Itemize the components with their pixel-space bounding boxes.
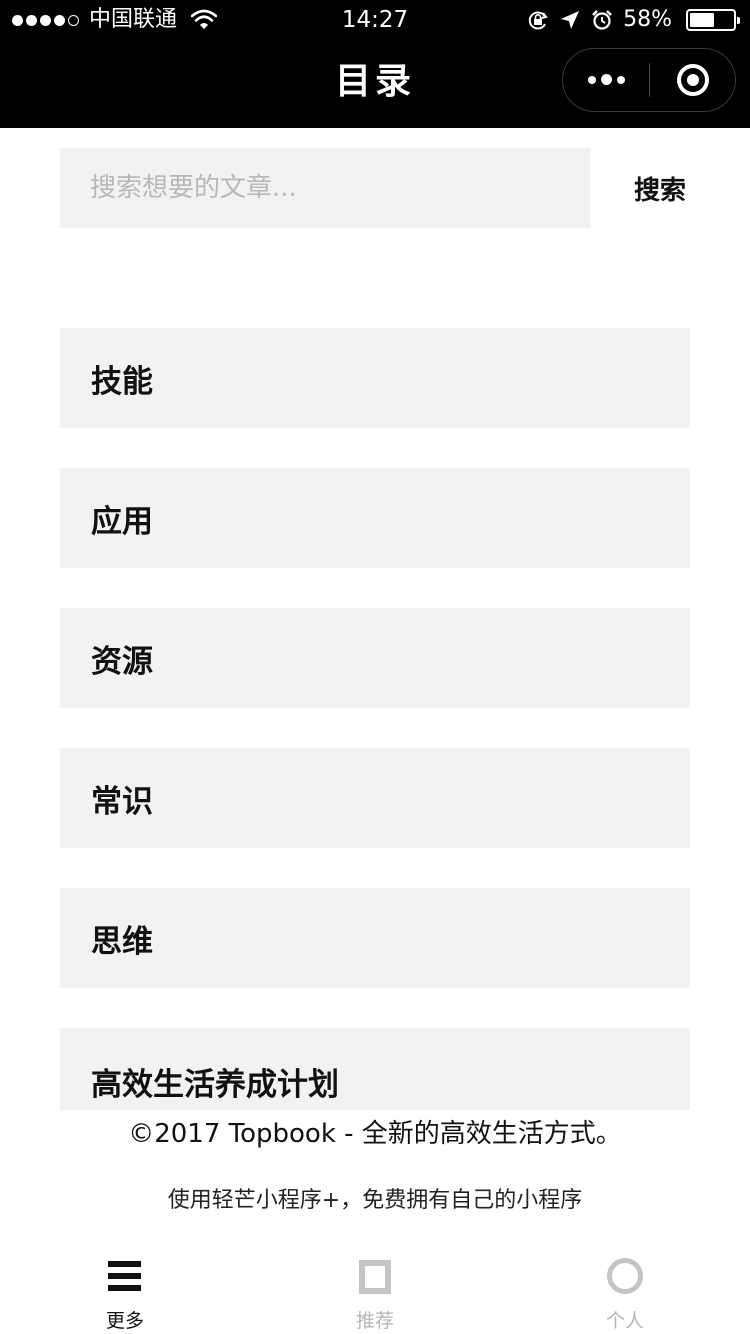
tab-bar: 更多 推荐 个人 xyxy=(0,1244,750,1334)
alarm-icon xyxy=(592,10,612,30)
category-list: 技能 应用 资源 常识 思维 高效生活养成计划 xyxy=(60,328,690,1110)
tab-recommend[interactable]: 推荐 xyxy=(250,1244,500,1334)
battery-icon xyxy=(686,9,740,31)
capsule-menu xyxy=(562,48,736,112)
category-item-habit-plan[interactable]: 高效生活养成计划 xyxy=(60,1028,690,1110)
status-right: 58% xyxy=(527,6,740,34)
top-bar: 中国联通 14:27 58% 目录 xyxy=(0,0,750,128)
copyright-text: ©2017 Topbook - 全新的高效生活方式。 xyxy=(128,1119,622,1149)
tab-label-more: 更多 xyxy=(105,1310,144,1332)
close-target-icon[interactable] xyxy=(650,49,735,110)
location-arrow-icon xyxy=(561,11,580,29)
rotation-lock-icon xyxy=(528,11,548,30)
search-button[interactable]: 搜索 xyxy=(610,148,710,228)
promo-link[interactable]: 使用轻芒小程序+，免费拥有自己的小程序 xyxy=(0,1184,750,1218)
battery-fill xyxy=(690,13,714,27)
category-item-apps[interactable]: 应用 xyxy=(60,468,690,568)
tab-more[interactable]: 更多 xyxy=(0,1244,250,1334)
status-bar: 中国联通 14:27 58% xyxy=(0,0,750,40)
circle-icon xyxy=(605,1258,645,1294)
category-item-resources[interactable]: 资源 xyxy=(60,608,690,708)
category-item-thinking[interactable]: 思维 xyxy=(60,888,690,988)
hamburger-icon xyxy=(105,1258,145,1294)
tab-profile[interactable]: 个人 xyxy=(500,1244,750,1334)
search-box xyxy=(60,148,590,228)
battery-percent: 58% xyxy=(623,7,672,32)
square-icon xyxy=(355,1258,395,1294)
more-dots-icon[interactable] xyxy=(563,49,650,110)
tab-label-recommend: 推荐 xyxy=(355,1310,394,1332)
tab-label-profile: 个人 xyxy=(605,1310,644,1332)
category-item-knowledge[interactable]: 常识 xyxy=(60,748,690,848)
search-input[interactable] xyxy=(60,148,590,228)
category-item-skills[interactable]: 技能 xyxy=(60,328,690,428)
